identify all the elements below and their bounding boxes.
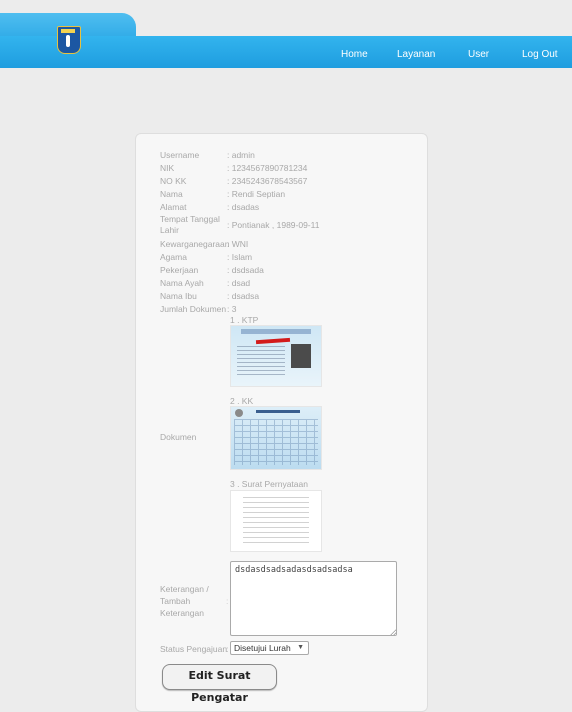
label-nama: Nama — [160, 189, 183, 199]
nav-home-link[interactable]: Home — [341, 49, 368, 60]
label-alamat: Alamat — [160, 202, 187, 212]
window-top-strip — [0, 0, 572, 14]
keterangan-colon: : — [226, 596, 229, 606]
label-keterangan-line1: Keterangan / — [160, 584, 209, 594]
garuda-emblem-icon — [235, 409, 243, 417]
label-nama-ibu: Nama Ibu — [160, 291, 197, 301]
label-pekerjaan: Pekerjaan — [160, 265, 199, 275]
value-agama: : Islam — [227, 252, 253, 262]
ktp-thumbnail[interactable] — [230, 325, 322, 387]
doc-caption-kk: 2 . KK — [230, 396, 254, 406]
nav-layanan-link[interactable]: Layanan — [397, 49, 435, 60]
value-nama-ayah: : dsad — [227, 278, 251, 288]
kk-title-band — [256, 410, 300, 413]
textarea-resize-grip[interactable] — [390, 629, 396, 635]
value-nama: : Rendi Septian — [227, 189, 286, 199]
kk-table-grid — [234, 419, 318, 465]
ktp-redaction-mark — [255, 337, 291, 345]
status-colon: : — [226, 644, 229, 654]
value-no-kk: : 2345243678543567 — [227, 176, 308, 186]
label-nama-ayah: Nama Ayah — [160, 278, 204, 288]
label-keterangan-line3: Keterangan — [160, 608, 204, 618]
keterangan-textarea[interactable]: dsdasdsadsadasdsadsadsa — [230, 561, 397, 636]
label-username: Username — [160, 150, 200, 160]
value-nik: : 1234567890781234 — [227, 163, 308, 173]
doc-caption-ktp: 1 . KTP — [230, 315, 259, 325]
label-dokumen: Dokumen — [160, 432, 197, 442]
ktp-text-lines — [237, 346, 285, 376]
label-keterangan-line2: Tambah — [160, 596, 191, 606]
label-agama: Agama — [160, 252, 187, 262]
nav-user-link[interactable]: User — [468, 49, 489, 60]
surat-pernyataan-thumbnail[interactable] — [230, 490, 322, 552]
value-kewarganegaraan: : WNI — [227, 239, 249, 249]
kk-thumbnail[interactable] — [230, 406, 322, 470]
nav-logout-link[interactable]: Log Out — [522, 49, 558, 60]
edit-surat-pengatar-button[interactable]: Edit Surat Pengatar — [162, 664, 277, 704]
doc-caption-surat: 3 . Surat Pernyataan — [230, 479, 308, 489]
jakarta-emblem-icon — [57, 26, 81, 54]
value-tempat-tanggal-lahir: : Pontianak , 1989-09-11 — [227, 220, 320, 230]
status-selected-value: Disetujui Lurah — [234, 643, 291, 653]
ktp-photo — [291, 344, 311, 368]
label-nik: NIK — [160, 163, 175, 173]
value-username: : admin — [227, 150, 255, 160]
value-jumlah-dokumen: : 3 — [227, 304, 237, 314]
label-jumlah-dokumen: Jumlah Dokumen — [160, 304, 227, 314]
chevron-down-icon: ▼ — [297, 644, 304, 651]
label-tempat-tanggal-lahir: Tempat Tanggal Lahir — [160, 214, 220, 235]
value-pekerjaan: : dsdsada — [227, 265, 264, 275]
value-alamat: : dsadas — [227, 202, 260, 212]
label-no-kk: NO KK — [160, 176, 187, 186]
ktp-header-band — [241, 329, 311, 334]
label-status-pengajuan: Status Pengajuan — [160, 644, 228, 654]
surat-text-lines — [243, 497, 309, 545]
value-nama-ibu: : dsadsa — [227, 291, 260, 301]
status-select[interactable]: Disetujui Lurah ▼ — [230, 641, 309, 655]
label-kewarganegaraan: Kewarganegaraan — [160, 239, 230, 249]
